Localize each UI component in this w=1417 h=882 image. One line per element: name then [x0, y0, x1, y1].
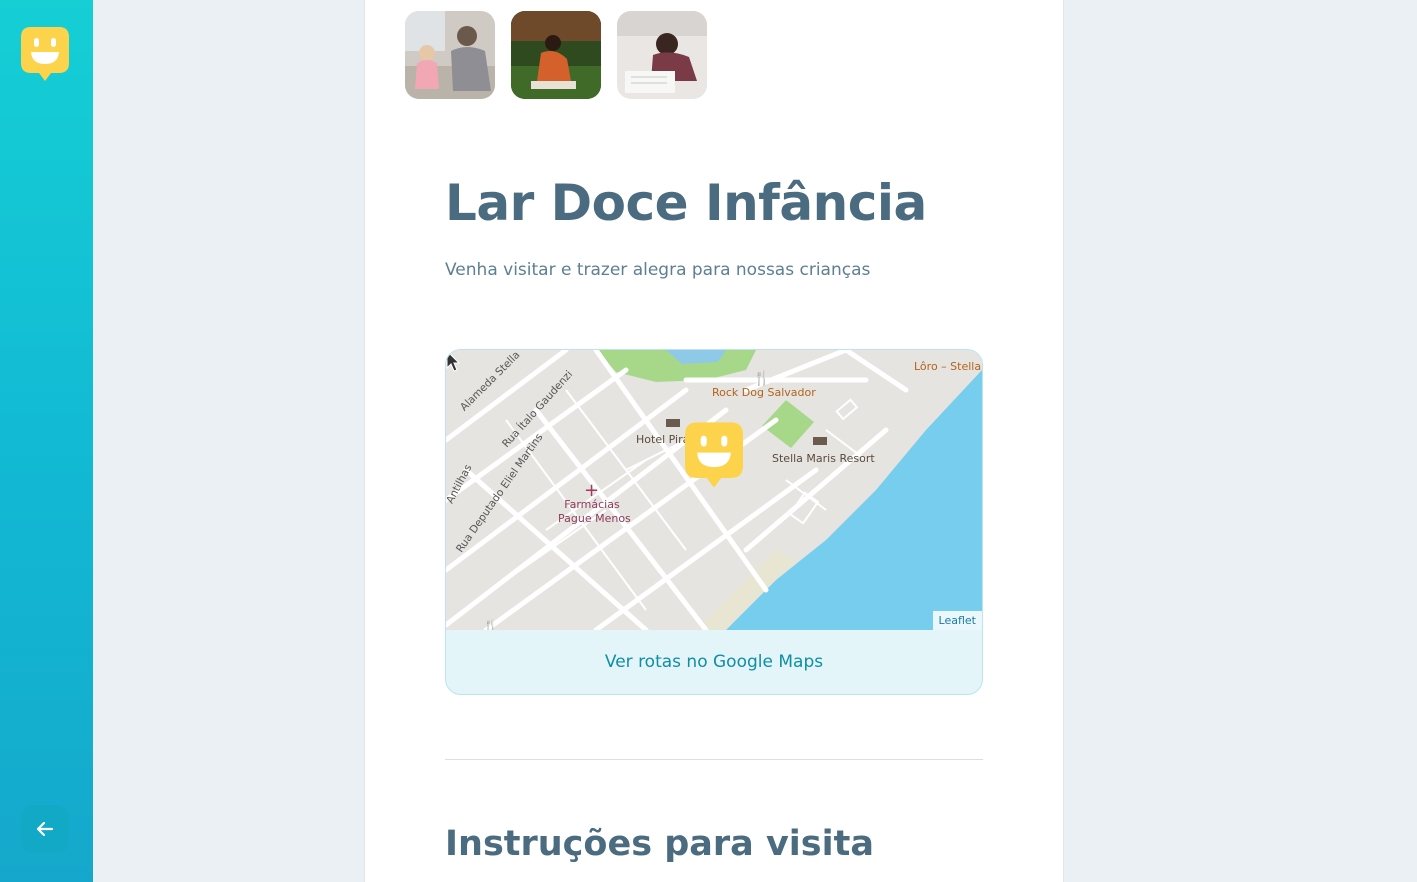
- google-maps-directions-link[interactable]: Ver rotas no Google Maps: [446, 630, 982, 694]
- svg-text:🍴: 🍴: [753, 370, 770, 387]
- section-divider: [445, 759, 983, 760]
- gallery-photo-2[interactable]: [511, 11, 601, 99]
- poi-hotel[interactable]: Hotel Pira: [636, 433, 689, 446]
- poi-pharmacy-line2: Pague Menos: [558, 512, 631, 525]
- gallery-photo-3[interactable]: [617, 11, 707, 99]
- page-subtitle: Venha visitar e trazer alegra para nossa…: [445, 260, 871, 280]
- poi-pharmacy[interactable]: Farmácias Pague Menos: [558, 498, 631, 526]
- poi-rock-dog[interactable]: Rock Dog Salvador: [712, 386, 816, 399]
- gallery-photo-1[interactable]: [405, 11, 495, 99]
- arrow-left-icon: [36, 821, 54, 837]
- poi-loro-stella[interactable]: Lôro – Stella: [914, 360, 981, 373]
- photo-gallery: [405, 11, 707, 99]
- poi-stella-maris[interactable]: Stella Maris Resort: [772, 452, 875, 465]
- photo-child-writing-icon: [617, 11, 707, 99]
- location-pin-icon[interactable]: [685, 422, 743, 488]
- page-title: Lar Doce Infância: [445, 174, 927, 232]
- location-map[interactable]: 🍴 + 🍴 Alameda Stella Rua Ítalo Gaudenzi …: [446, 350, 982, 630]
- main-panel: Lar Doce Infância Venha visitar e trazer…: [364, 0, 1064, 882]
- mouse-cursor-icon: [446, 350, 460, 372]
- leaflet-attribution-link[interactable]: Leaflet: [932, 611, 982, 630]
- poi-pharmacy-line1: Farmácias: [564, 498, 620, 511]
- smiley-logo-icon[interactable]: [21, 27, 69, 81]
- instructions-heading: Instruções para visita: [445, 824, 874, 864]
- sidebar: [0, 0, 93, 882]
- svg-text:🍴: 🍴: [483, 619, 498, 630]
- photo-child-playing-icon: [405, 11, 495, 99]
- photo-child-drawing-grass-icon: [511, 11, 601, 99]
- back-button[interactable]: [21, 805, 69, 853]
- location-card: 🍴 + 🍴 Alameda Stella Rua Ítalo Gaudenzi …: [445, 349, 983, 695]
